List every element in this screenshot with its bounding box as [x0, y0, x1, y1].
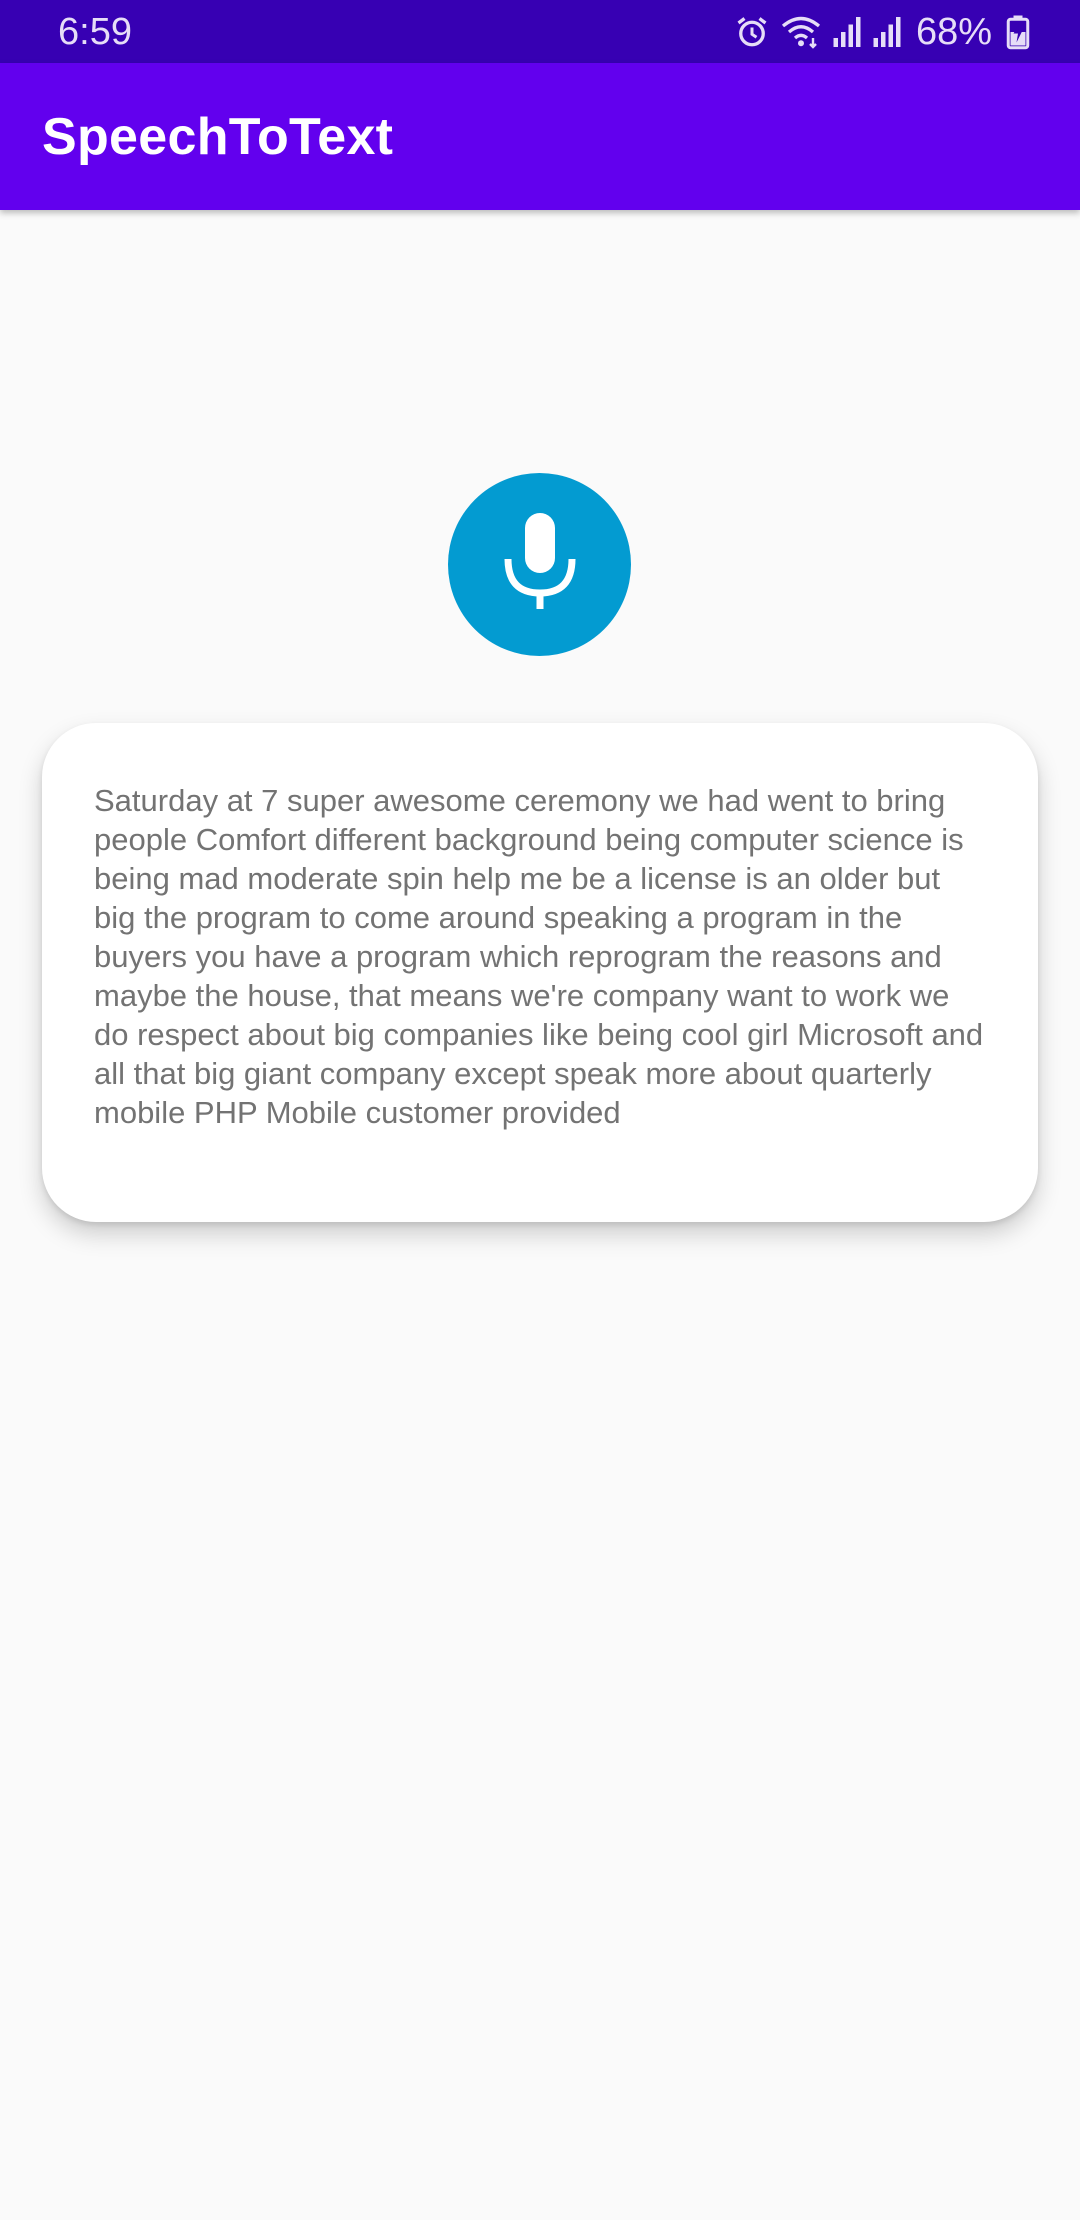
- status-icons: 68%: [734, 10, 1030, 54]
- alarm-icon: [734, 14, 770, 50]
- app-title: SpeechToText: [42, 108, 394, 166]
- signal-icon: [832, 14, 862, 50]
- result-card: Saturday at 7 super awesome ceremony we …: [42, 723, 1038, 1222]
- wifi-icon: [780, 14, 822, 50]
- status-time: 6:59: [58, 11, 132, 53]
- app-bar: SpeechToText: [0, 63, 1080, 210]
- battery-percentage: 68%: [915, 11, 992, 53]
- status-bar: 6:59 68%: [0, 0, 1080, 63]
- mic-button[interactable]: [448, 473, 631, 656]
- battery-charging-icon: [1006, 14, 1030, 50]
- mic-icon: [498, 507, 582, 622]
- signal-icon: [872, 14, 902, 50]
- transcribed-text: Saturday at 7 super awesome ceremony we …: [94, 783, 984, 1130]
